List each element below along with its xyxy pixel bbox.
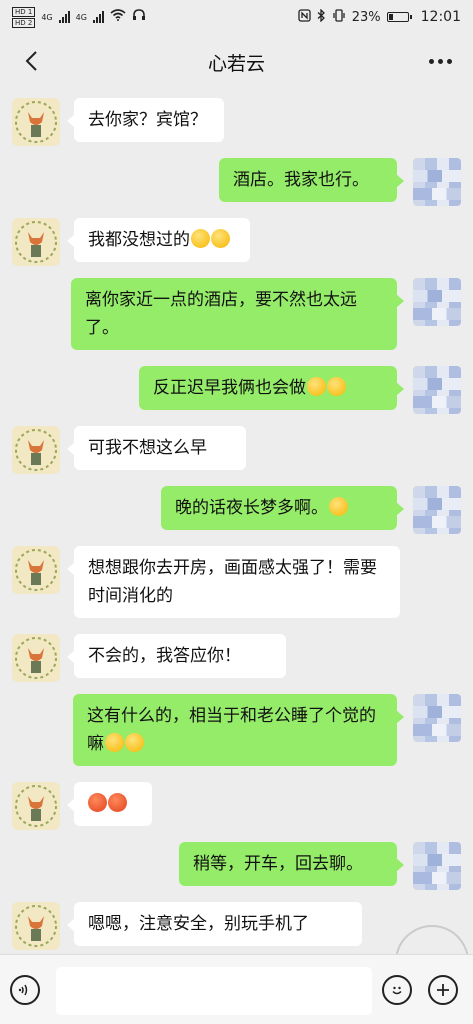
input-bar xyxy=(0,954,473,1024)
received-message-bubble[interactable]: 嗯嗯，注意安全，别玩手机了 xyxy=(67,902,362,946)
emoji-button[interactable] xyxy=(382,975,412,1005)
received-message-bubble[interactable]: 不会的，我答应你！ xyxy=(67,634,286,678)
contact-avatar[interactable] xyxy=(12,902,60,950)
angry-face-icon xyxy=(108,793,127,812)
message-row: 去你家？宾馆？ xyxy=(0,98,473,146)
battery-percent: 23% xyxy=(351,9,381,25)
dizzy-face-icon xyxy=(211,229,230,248)
sim1-badge: HD 1 xyxy=(12,6,36,17)
vibrate-icon xyxy=(332,8,346,26)
emoji-icon xyxy=(392,986,402,995)
contact-avatar[interactable] xyxy=(12,634,60,682)
heart-eyes-face-icon xyxy=(327,377,346,396)
self-avatar[interactable] xyxy=(413,694,461,742)
message-text: 离你家近一点的酒店，要不然也太远了。 xyxy=(85,290,357,338)
received-message-bubble[interactable]: 可我不想这么早 xyxy=(67,426,246,470)
contact-avatar[interactable] xyxy=(12,218,60,266)
more-button[interactable] xyxy=(425,48,455,74)
message-row: 离你家近一点的酒店，要不然也太远了。 xyxy=(0,278,473,350)
message-text: 去你家？宾馆？ xyxy=(88,110,207,130)
message-text: 不会的，我答应你！ xyxy=(88,646,241,666)
clock: 12:01 xyxy=(420,9,461,25)
wifi-icon xyxy=(110,9,126,25)
message-list[interactable]: 去你家？宾馆？ 酒店。我家也行。我都没想过的离你家近一点的酒店，要不然也太远了。反… xyxy=(0,90,473,954)
received-message-bubble[interactable]: 我都没想过的 xyxy=(67,218,250,262)
self-avatar[interactable] xyxy=(413,366,461,414)
status-bar: HD 1 HD 2 4G 4G 23% 12:01 xyxy=(0,0,473,34)
message-row: 我都没想过的 xyxy=(0,218,473,266)
message-text: 反正迟早我俩也会做 xyxy=(153,378,306,398)
received-message-bubble[interactable]: 去你家？宾馆？ xyxy=(67,98,224,142)
dizzy-face-icon xyxy=(191,229,210,248)
message-row xyxy=(0,782,473,830)
status-right: 23% 12:01 xyxy=(298,7,461,26)
chat-title: 心若云 xyxy=(207,52,265,75)
net1-label: 4G xyxy=(41,12,53,22)
net2-label: 4G xyxy=(75,12,87,22)
message-text: 想想跟你去开房，画面感太强了！需要时间消化的 xyxy=(88,558,377,606)
message-row: 这有什么的，相当于和老公睡了个觉的嘛 xyxy=(0,694,473,766)
voice-button[interactable] xyxy=(10,975,40,1005)
chat-header: 心若云 xyxy=(0,34,473,90)
contact-avatar[interactable] xyxy=(12,782,60,830)
received-message-bubble[interactable]: 想想跟你去开房，画面感太强了！需要时间消化的 xyxy=(67,546,400,618)
contact-avatar[interactable] xyxy=(12,98,60,146)
sent-message-bubble[interactable]: 晚的话夜长梦多啊。 xyxy=(161,486,404,530)
self-avatar[interactable] xyxy=(413,278,461,326)
sim2-badge: HD 2 xyxy=(12,17,36,28)
headset-icon xyxy=(132,9,146,25)
message-row: 酒店。我家也行。 xyxy=(0,158,473,206)
smirk-face-icon xyxy=(329,497,348,516)
message-row: 晚的话夜长梦多啊。 xyxy=(0,486,473,534)
message-row: 不会的，我答应你！ xyxy=(0,634,473,682)
sent-message-bubble[interactable]: 酒店。我家也行。 xyxy=(219,158,404,202)
signal1-icon xyxy=(58,11,70,23)
self-avatar[interactable] xyxy=(413,158,461,206)
signal2-icon xyxy=(92,11,104,23)
message-row: 可我不想这么早 xyxy=(0,426,473,474)
battery-icon xyxy=(386,12,412,22)
sim-badges: HD 1 HD 2 xyxy=(12,6,36,28)
message-text: 晚的话夜长梦多啊。 xyxy=(175,498,328,518)
chevron-left-icon xyxy=(25,51,37,71)
battery-fill xyxy=(388,14,393,20)
sent-message-bubble[interactable]: 离你家近一点的酒店，要不然也太远了。 xyxy=(71,278,404,350)
message-text: 嗯嗯，注意安全，别玩手机了 xyxy=(88,914,309,934)
message-text: 可我不想这么早 xyxy=(88,438,207,458)
back-button[interactable] xyxy=(18,48,44,74)
self-avatar[interactable] xyxy=(413,842,461,890)
sent-message-bubble[interactable]: 反正迟早我俩也会做 xyxy=(139,366,404,410)
sent-message-bubble[interactable]: 稍等，开车，回去聊。 xyxy=(179,842,404,886)
message-text: 酒店。我家也行。 xyxy=(233,170,369,190)
received-message-bubble[interactable] xyxy=(67,782,152,826)
more-dot xyxy=(428,58,434,64)
message-text: 稍等，开车，回去聊。 xyxy=(193,854,363,874)
message-text: 我都没想过的 xyxy=(88,230,190,250)
more-dot xyxy=(437,58,443,64)
contact-avatar[interactable] xyxy=(12,546,60,594)
smirk-face-icon xyxy=(307,377,326,396)
laugh-cry-face-icon xyxy=(125,733,144,752)
more-dot xyxy=(446,58,452,64)
contact-avatar[interactable] xyxy=(12,426,60,474)
angry-face-icon xyxy=(88,793,107,812)
message-input[interactable] xyxy=(56,967,372,1015)
message-row: 反正迟早我俩也会做 xyxy=(0,366,473,414)
nfc-icon xyxy=(298,8,311,26)
bluetooth-icon xyxy=(317,7,326,26)
self-avatar[interactable] xyxy=(413,486,461,534)
status-left: HD 1 HD 2 4G 4G xyxy=(12,6,146,28)
laugh-cry-face-icon xyxy=(105,733,124,752)
voice-icon xyxy=(18,984,28,996)
plus-icon xyxy=(437,984,449,996)
sent-message-bubble[interactable]: 这有什么的，相当于和老公睡了个觉的嘛 xyxy=(73,694,404,766)
message-row: 稍等，开车，回去聊。 xyxy=(0,842,473,890)
plus-button[interactable] xyxy=(428,975,458,1005)
message-row: 想想跟你去开房，画面感太强了！需要时间消化的 xyxy=(0,546,473,618)
